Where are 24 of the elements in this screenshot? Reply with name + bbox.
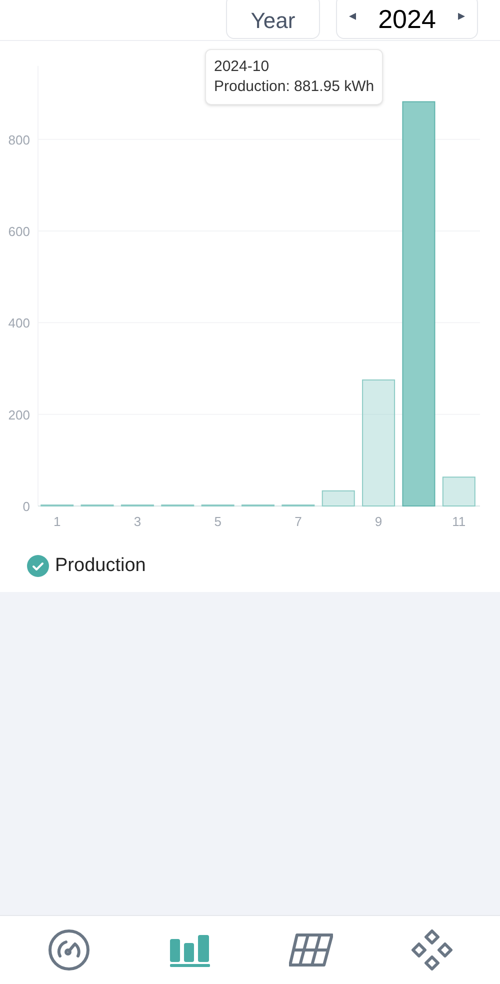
solar-panel-icon	[288, 933, 332, 967]
gauge-icon	[48, 929, 90, 971]
year-value: 2024	[378, 6, 436, 32]
x-axis-label: 7	[294, 514, 302, 529]
x-axis-label: 1	[53, 514, 61, 529]
x-axis-label: 9	[374, 514, 382, 529]
y-axis-label: 800	[8, 132, 30, 148]
apps-icon	[410, 929, 452, 971]
bar-chart-icon	[168, 932, 210, 968]
legend-item[interactable]: Production	[27, 552, 146, 580]
tooltip-text: Production: 881.95 kWh	[214, 77, 374, 97]
y-axis-label: 400	[8, 316, 30, 331]
previous-year-button[interactable]: ◂	[349, 8, 356, 22]
bar	[442, 476, 476, 506]
next-year-button[interactable]: ▸	[458, 8, 465, 22]
y-axis-label: 0	[22, 499, 30, 514]
tooltip-title: 2024-10	[214, 57, 270, 77]
x-axis-label: 5	[214, 514, 222, 529]
bar	[322, 490, 355, 506]
y-axis-label: 200	[8, 407, 30, 422]
x-axis-label: 3	[134, 514, 142, 529]
y-axis-label: 600	[8, 224, 30, 239]
period-dropdown[interactable]: Year	[226, 0, 320, 39]
x-axis-label: 11	[452, 514, 466, 529]
